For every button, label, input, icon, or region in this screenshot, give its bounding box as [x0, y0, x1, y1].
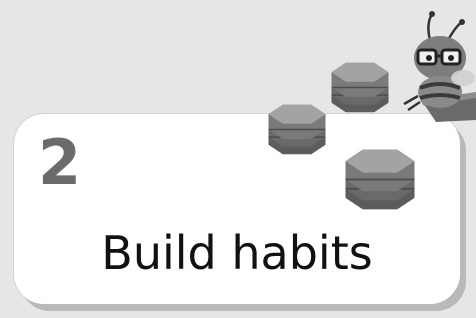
hexagon-stack-icon [330, 62, 390, 113]
bee-mascot-icon [403, 11, 476, 122]
habit-card: 2 Build habits [14, 114, 460, 304]
step-title: Build habits [101, 226, 373, 280]
step-number: 2 [38, 126, 82, 199]
